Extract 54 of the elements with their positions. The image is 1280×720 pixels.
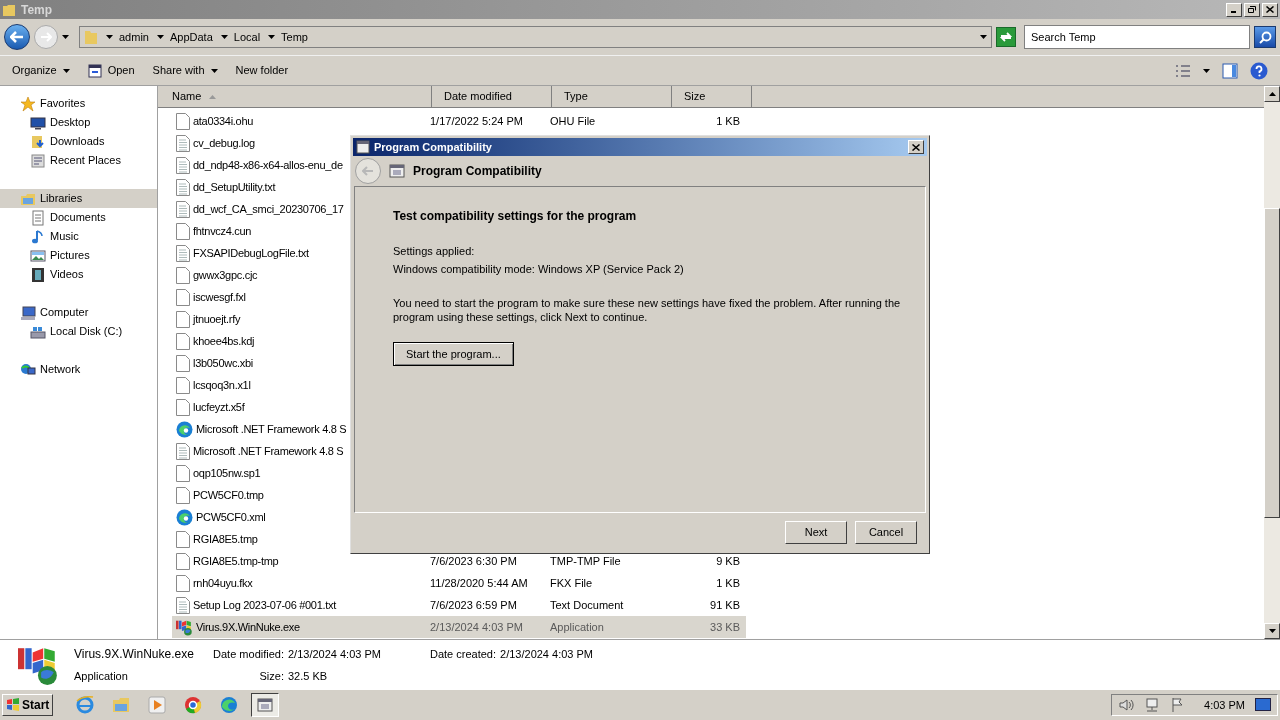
file-name: Virus.9X.WinNuke.exe bbox=[196, 619, 300, 635]
settings-label: Settings applied: bbox=[393, 244, 476, 259]
file-name: rnh04uyu.fkx bbox=[193, 575, 253, 591]
details-label: Size: bbox=[259, 668, 284, 684]
type-cell-text: Text Document bbox=[550, 597, 625, 613]
date-cell-text: 2/13/2024 4:03 PM bbox=[430, 619, 524, 635]
date-cell-text: 11/28/2020 5:44 AM bbox=[430, 575, 529, 591]
size-cell-text: 33 KB bbox=[709, 619, 740, 635]
type-cell-text: TMP-TMP File bbox=[550, 553, 622, 569]
file-name: PCW5CF0.xml bbox=[196, 509, 266, 525]
file-name: jtnuoejt.rfy bbox=[193, 311, 241, 327]
date-cell-text: 7/6/2023 6:30 PM bbox=[430, 553, 518, 569]
file-name: dd_ndp48-x86-x64-allos-enu_de bbox=[193, 157, 343, 173]
file-name: lucfeyzt.x5f bbox=[193, 399, 245, 415]
file-name: iscwesgf.fxl bbox=[193, 289, 246, 305]
dialog-heading: Test compatibility settings for the program bbox=[393, 208, 638, 225]
date-cell-text: 7/6/2023 6:59 PM bbox=[430, 597, 518, 613]
file-name: FXSAPIDebugLogFile.txt bbox=[193, 245, 309, 261]
file-name: lcsqoq3n.x1l bbox=[193, 377, 251, 393]
size-cell-text: 9 KB bbox=[715, 553, 740, 569]
details-file-type: Application bbox=[74, 668, 129, 684]
file-name: Microsoft .NET Framework 4.8 S bbox=[196, 421, 347, 437]
file-name: PCW5CF0.tmp bbox=[193, 487, 264, 503]
file-name: dd_SetupUtility.txt bbox=[193, 179, 276, 195]
file-name: Setup Log 2023-07-06 #001.txt bbox=[193, 597, 336, 613]
dialog-header: Program Compatibility bbox=[413, 163, 542, 180]
file-name: oqp105nw.sp1 bbox=[193, 465, 261, 481]
type-cell-text: FKX File bbox=[550, 575, 594, 591]
details-value: 2/13/2024 4:03 PM bbox=[500, 647, 593, 662]
file-name: fhtnvcz4.cun bbox=[193, 223, 252, 239]
file-name: gwwx3gpc.cjc bbox=[193, 267, 258, 283]
settings-value: Windows compatibility mode: Windows XP (Service Pack 2) bbox=[393, 261, 685, 277]
type-cell-text: Application bbox=[550, 619, 605, 635]
details-label: Date created: bbox=[430, 647, 497, 662]
size-cell-text: 91 KB bbox=[709, 597, 740, 613]
instruction-text: You need to start the program to make sure these new settings have fixed the problem. After running the program using these settings, click Next to continue. bbox=[393, 296, 902, 324]
details-value: 32.5 KB bbox=[288, 668, 329, 684]
type-cell-text: OHU File bbox=[550, 113, 597, 129]
window-title: Temp bbox=[21, 1, 53, 19]
details-value: 2/13/2024 4:03 PM bbox=[288, 647, 380, 662]
file-name: l3b050wc.xbi bbox=[193, 355, 253, 371]
details-file-name: Virus.9X.WinNuke.exe bbox=[74, 645, 195, 663]
file-name: khoee4bs.kdj bbox=[193, 333, 255, 349]
file-name: RGIA8E5.tmp-tmp bbox=[193, 553, 279, 569]
file-name: dd_wcf_CA_smci_20230706_17 bbox=[193, 201, 344, 217]
details-label: Date modified: bbox=[213, 647, 284, 662]
file-name: ata0334i.ohu bbox=[193, 113, 253, 129]
date-cell-text: 1/17/2022 5:24 PM bbox=[430, 113, 524, 129]
size-cell-text: 1 KB bbox=[715, 113, 740, 129]
file-name: Microsoft .NET Framework 4.8 S bbox=[193, 443, 344, 459]
size-cell-text: 1 KB bbox=[715, 575, 740, 591]
dialog-title: Program Compatibility bbox=[374, 139, 492, 155]
file-name: RGIA8E5.tmp bbox=[193, 531, 258, 547]
file-name: cv_debug.log bbox=[193, 135, 255, 151]
